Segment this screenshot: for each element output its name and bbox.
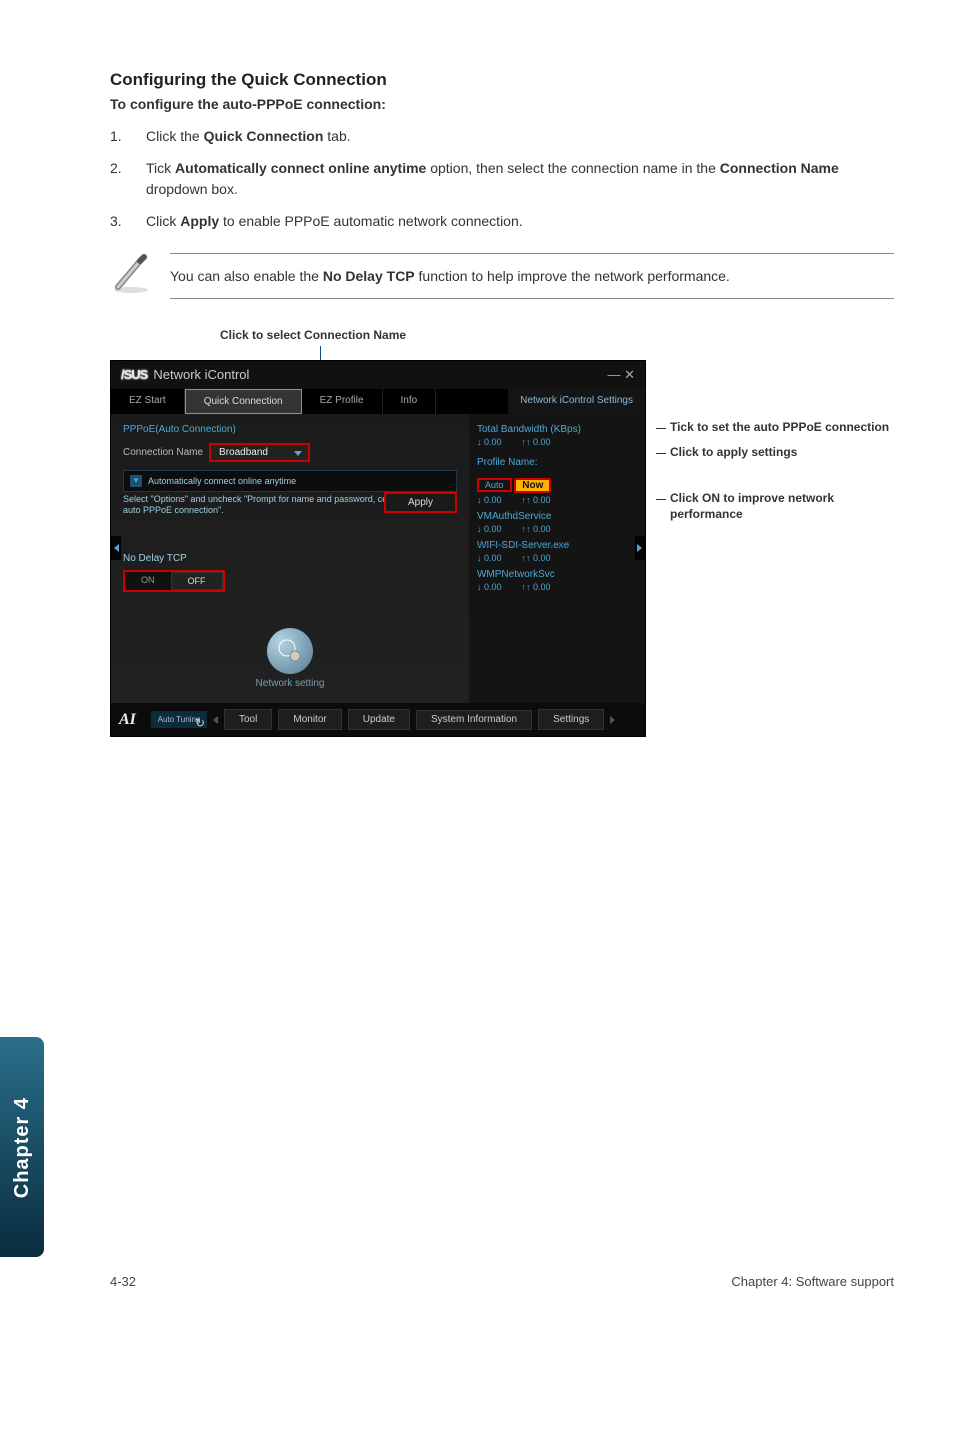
tab-info[interactable]: Info	[383, 389, 437, 414]
auto-connect-checkbox-row[interactable]: ▾ Automatically connect online anytime	[123, 470, 457, 492]
now-down: ↓ 0.00	[477, 495, 502, 505]
svc3-down: ↓ 0.00	[477, 582, 502, 592]
service-vmauthd: VMAuthdService	[477, 511, 637, 522]
connection-name-label: Connection Name	[123, 447, 203, 458]
step-bold: Quick Connection	[204, 128, 324, 144]
pointer-line	[320, 346, 321, 360]
page-number: 4-32	[110, 1274, 136, 1289]
step-text-part: Tick	[146, 160, 175, 176]
svc1-up: ↑↑ 0.00	[522, 524, 551, 534]
callout-apply: Click to apply settings	[656, 445, 894, 461]
apply-button[interactable]: Apply	[384, 492, 457, 513]
system-info-button[interactable]: System Information	[416, 710, 532, 730]
callout-on: Click ON to improve network performance	[656, 491, 894, 522]
svc1-down: ↓ 0.00	[477, 524, 502, 534]
step-bold: Connection Name	[720, 160, 839, 176]
note-text-part: function to help improve the network per…	[415, 268, 730, 284]
step-text: Click the Quick Connection tab.	[146, 126, 351, 148]
toggle-off[interactable]: OFF	[171, 572, 223, 590]
window-title: Network iControl	[153, 367, 249, 382]
section-subhead: To configure the auto-PPPoE connection:	[110, 96, 894, 112]
pppoe-label: PPPoE(Auto Connection)	[123, 424, 457, 435]
note-bold: No Delay TCP	[323, 268, 415, 284]
step-number: 2.	[110, 158, 146, 201]
tab-ez-start[interactable]: EZ Start	[111, 389, 185, 414]
app-window: /SUS Network iControl — ✕ EZ Start Quick…	[110, 360, 646, 737]
steps-list: 1. Click the Quick Connection tab. 2. Ti…	[110, 126, 894, 233]
checkbox-icon[interactable]: ▾	[130, 475, 142, 487]
note-icon	[110, 253, 170, 300]
settings-button[interactable]: Settings	[538, 709, 604, 730]
primary-tabs: EZ Start Quick Connection EZ Profile Inf…	[111, 389, 645, 414]
window-controls[interactable]: — ✕	[607, 367, 635, 383]
step-text-part: Click	[146, 213, 180, 229]
tab-network-settings[interactable]: Network iControl Settings	[508, 389, 645, 414]
right-pane: Total Bandwidth (KBps) ↓ 0.00 ↑↑ 0.00 Pr…	[469, 414, 645, 703]
network-setting-button[interactable]: Network setting	[123, 628, 457, 689]
step-text-part: Click the	[146, 128, 204, 144]
chapter-side-label: Chapter 4	[11, 1097, 34, 1198]
profile-value: Auto	[477, 478, 512, 492]
step-text-part: to enable PPPoE automatic network connec…	[219, 213, 523, 229]
brand-logo: /SUS	[121, 367, 147, 382]
bottom-bar: AI Auto Tuning Tool Monitor Update Syste…	[111, 703, 645, 736]
now-badge: Now	[514, 478, 551, 493]
panel-collapse-right-icon[interactable]	[635, 536, 645, 560]
title-bar: /SUS Network iControl — ✕	[111, 361, 645, 389]
step-text: Click Apply to enable PPPoE automatic ne…	[146, 211, 523, 233]
step-number: 1.	[110, 126, 146, 148]
svc3-up: ↑↑ 0.00	[522, 582, 551, 592]
section-title: Configuring the Quick Connection	[110, 70, 894, 90]
tab-ez-profile[interactable]: EZ Profile	[302, 389, 383, 414]
tab-quick-connection[interactable]: Quick Connection	[185, 389, 302, 414]
monitor-button[interactable]: Monitor	[278, 709, 341, 730]
svc2-up: ↑↑ 0.00	[522, 553, 551, 563]
auto-tuning-button[interactable]: Auto Tuning	[151, 711, 207, 728]
bw-up: ↑↑ 0.00	[522, 437, 551, 447]
svc2-down: ↓ 0.00	[477, 553, 502, 563]
page-footer: 4-32 Chapter 4: Software support	[0, 1274, 954, 1317]
profile-label: Profile Name:	[477, 457, 637, 468]
next-icon[interactable]	[610, 716, 615, 724]
toggle-on[interactable]: ON	[125, 572, 171, 590]
chapter-side-tab: Chapter 4	[0, 1037, 44, 1257]
now-up: ↑↑ 0.00	[522, 495, 551, 505]
step-text: Tick Automatically connect online anytim…	[146, 158, 894, 201]
screenshot-block: /SUS Network iControl — ✕ EZ Start Quick…	[110, 360, 894, 737]
tool-button[interactable]: Tool	[224, 709, 272, 730]
connection-name-select[interactable]: Broadband	[209, 443, 310, 462]
step-bold: Automatically connect online anytime	[175, 160, 426, 176]
step-text-part: option, then select the connection name …	[426, 160, 719, 176]
auto-connect-label: Automatically connect online anytime	[148, 476, 296, 486]
service-wifi-sdi: WIFI-SDI-Server.exe	[477, 540, 569, 551]
no-delay-toggle[interactable]: ON OFF	[123, 570, 225, 592]
caption-connection-name: Click to select Connection Name	[220, 328, 894, 342]
globe-gear-icon	[267, 628, 313, 674]
callouts: Tick to set the auto PPPoE connection Cl…	[656, 360, 894, 532]
ai-logo-icon: AI	[119, 711, 145, 729]
step-text-part: dropdown box.	[146, 181, 238, 197]
bw-down: ↓ 0.00	[477, 437, 502, 447]
step-text-part: tab.	[323, 128, 350, 144]
network-setting-label: Network setting	[256, 678, 325, 689]
footer-chapter: Chapter 4: Software support	[731, 1274, 894, 1289]
callout-tick: Tick to set the auto PPPoE connection	[656, 420, 894, 436]
note-box: You can also enable the No Delay TCP fun…	[170, 253, 894, 299]
note-text-part: You can also enable the	[170, 268, 323, 284]
service-wmpnetwork: WMPNetworkSvc	[477, 569, 637, 580]
no-delay-label: No Delay TCP	[123, 553, 457, 564]
left-pane: PPPoE(Auto Connection) Connection Name B…	[111, 414, 469, 703]
step-number: 3.	[110, 211, 146, 233]
update-button[interactable]: Update	[348, 709, 410, 730]
bandwidth-label: Total Bandwidth (KBps)	[477, 424, 637, 435]
step-bold: Apply	[180, 213, 219, 229]
prev-icon[interactable]	[213, 716, 218, 724]
